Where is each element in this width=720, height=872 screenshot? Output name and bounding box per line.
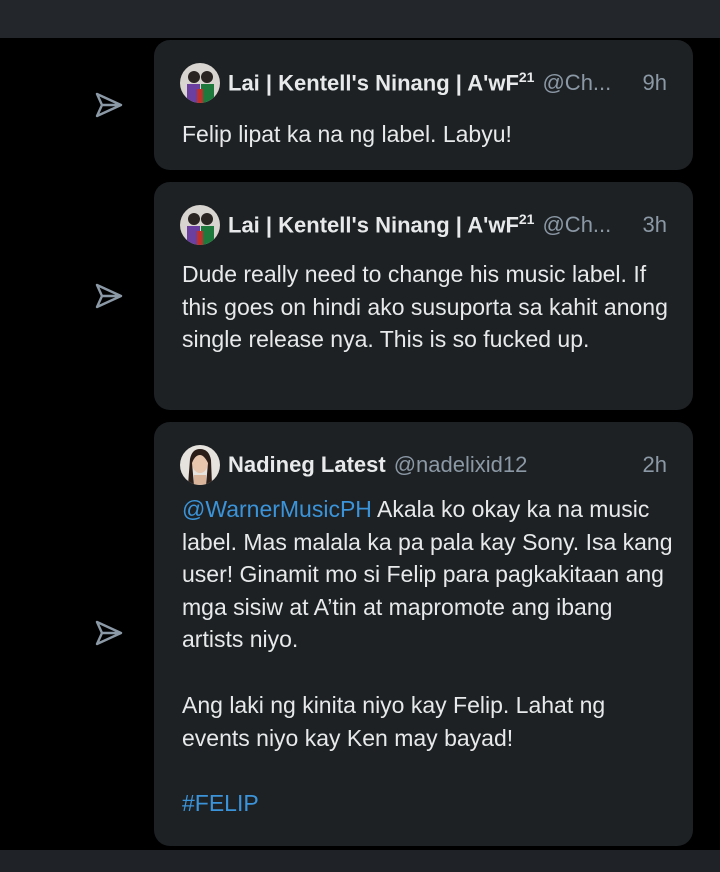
author-name[interactable]: Lai | Kentell's Ninang | A'wF21 <box>228 211 534 238</box>
tweet-card[interactable]: Nadineg Latest @nadelixid12 2h @WarnerMu… <box>154 422 693 846</box>
timestamp[interactable]: 2h <box>643 452 667 478</box>
mention-link[interactable]: @WarnerMusicPH <box>182 496 372 522</box>
avatar[interactable] <box>180 205 220 245</box>
timestamp[interactable]: 3h <box>643 212 667 238</box>
hashtag-link[interactable]: #FELIP <box>182 787 673 820</box>
tweet-text: Felip lipat ka na ng label. Labyu! <box>182 121 512 147</box>
avatar[interactable] <box>180 63 220 103</box>
tweet-card[interactable]: Lai | Kentell's Ninang | A'wF21 @Ch... 9… <box>154 40 693 170</box>
tweet-card[interactable]: Lai | Kentell's Ninang | A'wF21 @Ch... 3… <box>154 182 693 410</box>
author-handle[interactable]: @nadelixid12 <box>394 452 528 478</box>
timestamp[interactable]: 9h <box>643 70 667 96</box>
author-handle[interactable]: @Ch... <box>542 212 611 238</box>
share-icon[interactable] <box>90 614 128 652</box>
top-bar <box>0 0 720 38</box>
share-icon[interactable] <box>90 277 128 315</box>
avatar[interactable] <box>180 445 220 485</box>
share-icon[interactable] <box>90 86 128 124</box>
tweet-text-paragraph-2: Ang laki ng kinita niyo kay Felip. Lahat… <box>182 692 606 751</box>
tweet-text: @WarnerMusicPH Akala ko okay ka na music… <box>182 496 673 652</box>
tweet-text: Dude really need to change his music lab… <box>182 261 668 352</box>
author-name[interactable]: Nadineg Latest <box>228 452 386 478</box>
bottom-bar <box>0 850 720 872</box>
author-handle[interactable]: @Ch... <box>542 70 611 96</box>
author-name[interactable]: Lai | Kentell's Ninang | A'wF21 <box>228 69 534 96</box>
